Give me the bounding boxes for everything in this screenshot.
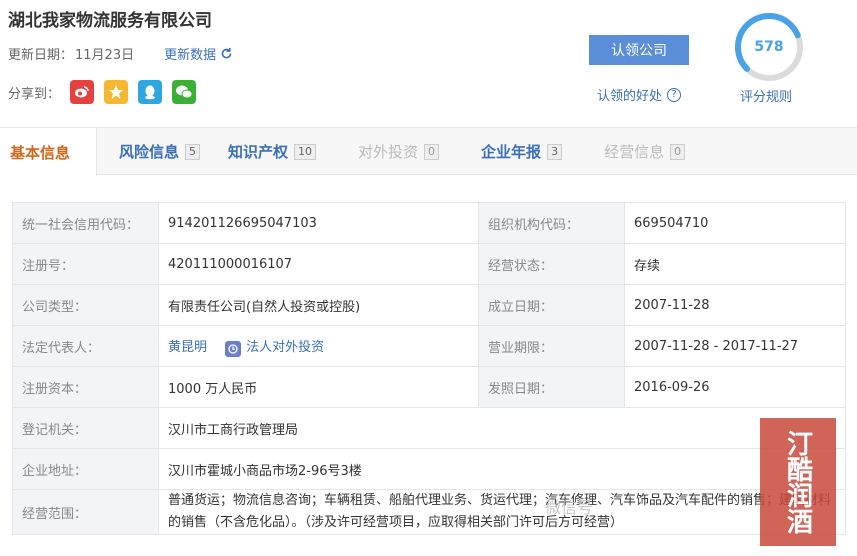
authority-value: 汉川市工商行政管理局 [158,407,846,449]
watermark-seal: 汀酷润酒 [760,418,836,546]
help-icon: ? [667,87,682,102]
legal-rep-label: 法定代表人： [12,325,159,367]
share-label: 分享到： [8,86,61,102]
table-row: 经营范围： 普通货运；物流信息咨询；车辆租赁、船舶代理业务、货运代理；汽车修理、… [12,489,846,535]
update-date-label: 更新日期： [8,48,74,63]
reg-no-value: 420111000016107 [158,243,479,285]
capital-label: 注册资本： [12,366,159,408]
tab-label: 基本信息 [10,143,71,162]
tab-label: 知识产权 [228,143,289,161]
org-code-value: 669504710 [624,202,846,244]
legal-rep-cell: 黄昆明 法人对外投资 [158,325,479,367]
company-type-value: 有限责任公司(自然人投资或控股) [158,284,479,326]
credit-code-value: 914201126695047103 [158,202,479,244]
status-label: 经营状态： [478,243,625,285]
status-value: 存续 [624,243,846,285]
refresh-data-link[interactable]: 更新数据 [164,44,233,63]
tab-count: 0 [670,143,686,160]
issue-date-label: 发照日期： [478,366,625,408]
capital-value: 1000 万人民币 [158,366,479,408]
tab-risk-info[interactable]: 风险信息 5 [105,128,214,175]
reg-no-label: 注册号： [12,243,159,285]
issue-date-value: 2016-09-26 [624,366,846,408]
tab-count: 0 [424,143,440,160]
update-meta: 更新日期： 11月23日 更新数据 [8,44,233,63]
founded-label: 成立日期： [478,284,625,326]
org-code-label: 组织机构代码： [478,202,625,244]
qq-icon[interactable] [138,80,163,104]
credit-code-label: 统一社会信用代码： [12,202,159,244]
table-row: 法定代表人： 黄昆明 法人对外投资 营业期限： 2007-11-28 - 201… [12,325,846,367]
share-bar: 分享到： [8,80,197,104]
legal-rep-name-link[interactable]: 黄昆明 [168,340,207,355]
score-rule-link[interactable]: 评分规则 [740,86,792,105]
company-type-label: 公司类型： [12,284,159,326]
table-row: 登记机关： 汉川市工商行政管理局 [12,407,846,449]
investment-icon [225,340,242,357]
term-value: 2007-11-28 - 2017-11-27 [624,325,846,367]
founded-value: 2007-11-28 [624,284,846,326]
qzone-icon[interactable] [104,80,129,104]
tab-count: 3 [547,143,563,160]
scope-value: 普通货运；物流信息咨询；车辆租赁、船舶代理业务、货运代理；汽车修理、汽车饰品及汽… [158,489,846,535]
table-row: 注册号： 420111000016107 经营状态： 存续 [12,243,846,285]
term-label: 营业期限： [478,325,625,367]
refresh-data-label: 更新数据 [164,48,217,63]
tab-investment[interactable]: 对外投资 0 [344,128,453,175]
table-row: 注册资本： 1000 万人民币 发照日期： 2016-09-26 [12,366,846,408]
watermark-text: 微信号 [545,498,594,517]
tab-count: 10 [294,143,317,160]
tab-bar: 基本信息 风险信息 5 知识产权 10 对外投资 0 企业年报 3 经营信息 0 [0,127,857,176]
tab-ip[interactable]: 知识产权 10 [214,128,330,175]
tab-label: 对外投资 [358,143,419,161]
wechat-icon[interactable] [172,80,197,104]
authority-label: 登记机关： [12,407,159,449]
tab-count: 5 [185,143,201,160]
claim-benefit-label: 认领的好处 [597,89,663,104]
address-value: 汉川市霍城小商品市场2-96号3楼 [158,448,846,490]
tab-label: 经营信息 [604,143,665,161]
company-page: 湖北我家物流服务有限公司 更新日期： 11月23日 更新数据 分享到： 认领公司… [0,0,857,556]
company-title: 湖北我家物流服务有限公司 [8,11,212,31]
scope-label: 经营范围： [12,489,159,535]
table-row: 统一社会信用代码： 914201126695047103 组织机构代码： 669… [12,202,846,244]
claim-company-button[interactable]: 认领公司 [589,35,689,65]
score-value: 578 [754,39,784,55]
basic-info-table: 统一社会信用代码： 914201126695047103 组织机构代码： 669… [12,202,846,535]
refresh-icon [221,47,232,59]
update-date: 11月23日 [75,48,135,63]
address-label: 企业地址： [12,448,159,490]
tab-basic-info[interactable]: 基本信息 [0,128,97,176]
legal-invest-link[interactable]: 法人对外投资 [246,340,324,355]
claim-benefit-link[interactable]: 认领的好处 ? [597,85,682,104]
tab-label: 风险信息 [119,143,180,161]
table-row: 企业地址： 汉川市霍城小商品市场2-96号3楼 [12,448,846,490]
table-row: 公司类型： 有限责任公司(自然人投资或控股) 成立日期： 2007-11-28 [12,284,846,326]
tab-annual-report[interactable]: 企业年报 3 [467,128,576,175]
tab-operation-info[interactable]: 经营信息 0 [590,128,699,175]
weibo-icon[interactable] [70,80,95,104]
tab-label: 企业年报 [481,143,542,161]
